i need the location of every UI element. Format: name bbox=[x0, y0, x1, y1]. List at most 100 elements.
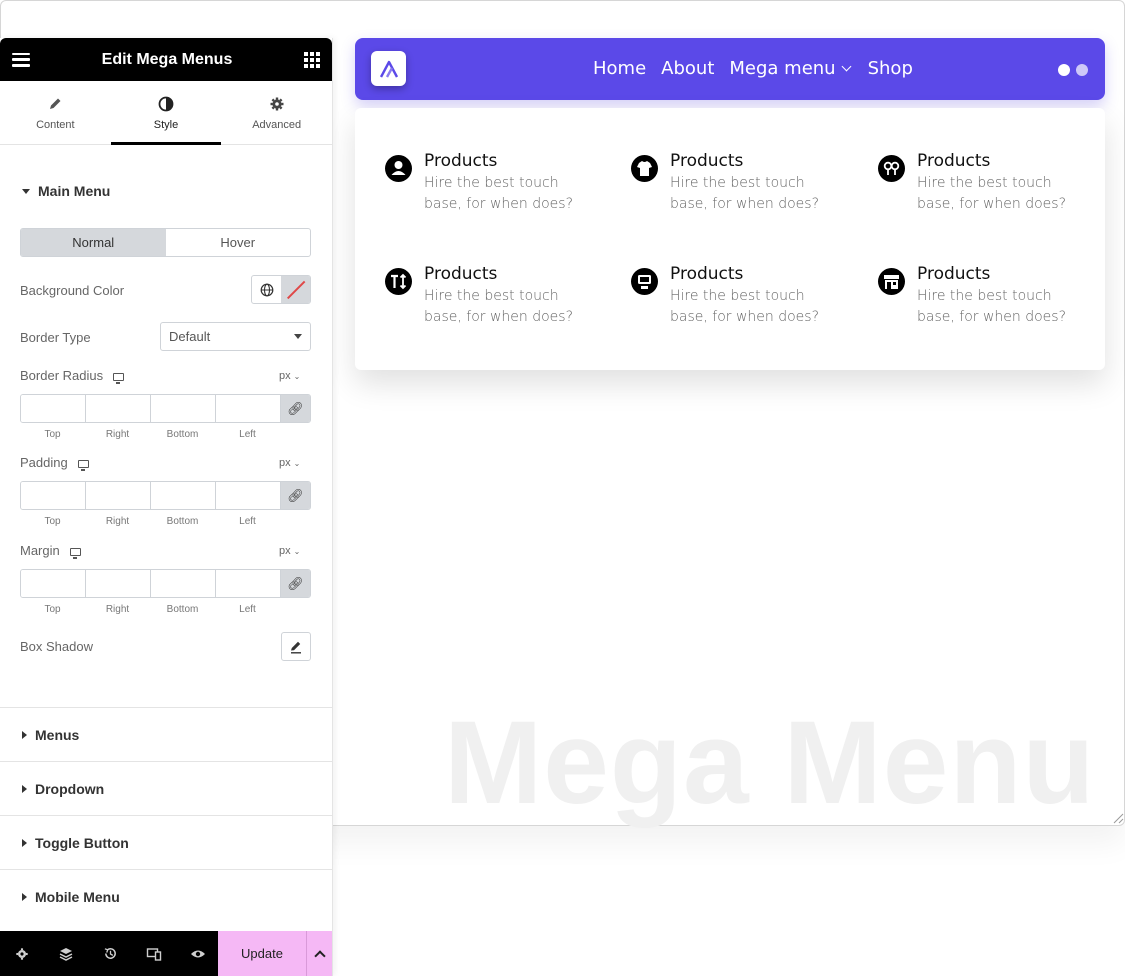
text-height-icon bbox=[385, 268, 412, 295]
desktop-icon[interactable] bbox=[69, 547, 81, 559]
dim-input-bottom[interactable] bbox=[151, 570, 216, 597]
border-radius-label: Border Radius bbox=[20, 368, 104, 383]
responsive-icon[interactable] bbox=[132, 946, 176, 962]
tab-advanced-label: Advanced bbox=[252, 118, 302, 131]
link-icon[interactable]: 🔗︎ bbox=[281, 570, 310, 597]
mega-item-title: Products bbox=[670, 264, 744, 284]
link-icon[interactable]: 🔗︎ bbox=[281, 482, 310, 509]
margin-label: Margin bbox=[20, 543, 60, 558]
dim-input-right[interactable] bbox=[86, 395, 151, 422]
margin-inputs: 🔗︎ bbox=[20, 569, 311, 598]
dim-input-top[interactable] bbox=[21, 395, 86, 422]
section-main-menu-toggle[interactable]: Main Menu bbox=[22, 183, 110, 199]
layers-icon[interactable] bbox=[44, 946, 88, 962]
dim-input-top[interactable] bbox=[21, 570, 86, 597]
accordion-label: Toggle Button bbox=[35, 834, 129, 851]
accordion-menus[interactable]: Menus bbox=[0, 707, 332, 761]
dim-label-left: Left bbox=[239, 429, 256, 440]
mega-menu-item[interactable]: Products Hire the best touch base, for w… bbox=[631, 264, 820, 328]
padding-inputs: 🔗︎ bbox=[20, 481, 311, 510]
dim-input-right[interactable] bbox=[86, 570, 151, 597]
mega-menu-item[interactable]: Products Hire the best touch base, for w… bbox=[631, 151, 820, 215]
update-options-button[interactable] bbox=[306, 931, 332, 976]
mega-item-desc: Hire the best touch base, for when does? bbox=[917, 288, 1067, 325]
unit-selector[interactable]: px ⌄ bbox=[279, 457, 300, 469]
gear-icon bbox=[270, 97, 284, 110]
section-main-menu-label: Main Menu bbox=[38, 183, 111, 199]
hamburger-menu-icon[interactable] bbox=[12, 52, 30, 67]
tshirt-icon bbox=[631, 155, 658, 182]
dim-input-right[interactable] bbox=[86, 482, 151, 509]
contrast-icon bbox=[158, 96, 174, 111]
state-tab-hover[interactable]: Hover bbox=[166, 229, 311, 256]
history-icon[interactable] bbox=[88, 946, 132, 961]
apps-grid-icon[interactable] bbox=[304, 51, 320, 68]
dim-input-bottom[interactable] bbox=[151, 482, 216, 509]
mega-item-title: Products bbox=[424, 151, 498, 171]
accordion-dropdown[interactable]: Dropdown bbox=[0, 761, 332, 815]
nav-link-about[interactable]: About bbox=[661, 58, 714, 79]
state-tab-normal[interactable]: Normal bbox=[21, 229, 166, 256]
border-type-label: Border Type bbox=[20, 330, 91, 345]
mega-item-title: Products bbox=[917, 264, 991, 284]
dim-input-left[interactable] bbox=[216, 570, 281, 597]
nav-link-mega-menu-label: Mega menu bbox=[729, 58, 836, 79]
dim-input-top[interactable] bbox=[21, 482, 86, 509]
nav-link-home[interactable]: Home bbox=[593, 58, 646, 79]
editor-footer: Update bbox=[0, 931, 332, 976]
caret-right-icon bbox=[22, 838, 27, 847]
chevron-down-icon bbox=[841, 61, 852, 72]
dim-input-bottom[interactable] bbox=[151, 395, 216, 422]
store-icon bbox=[878, 268, 905, 295]
dim-label-top: Top bbox=[44, 604, 61, 615]
site-logo[interactable] bbox=[371, 51, 406, 86]
mega-menu-dropdown: Products Hire the best touch base, for w… bbox=[355, 108, 1105, 370]
mega-menu-item[interactable]: Products Hire the best touch base, for w… bbox=[385, 151, 574, 215]
mega-menu-item[interactable]: Products Hire the best touch base, for w… bbox=[878, 264, 1067, 328]
gender-icon bbox=[878, 155, 905, 182]
chevron-down-icon: ⌄ bbox=[293, 547, 301, 556]
link-icon[interactable]: 🔗︎ bbox=[281, 395, 310, 422]
dim-labels: Top Right Bottom Left bbox=[20, 429, 280, 440]
dim-label-top: Top bbox=[44, 516, 61, 527]
caret-down-icon bbox=[22, 188, 30, 194]
pencil-icon bbox=[50, 98, 61, 109]
dim-labels: Top Right Bottom Left bbox=[20, 516, 280, 527]
nav-link-shop[interactable]: Shop bbox=[868, 58, 913, 79]
normal-hover-toggle: Normal Hover bbox=[20, 228, 311, 257]
preview-eye-icon[interactable] bbox=[176, 946, 220, 962]
settings-icon[interactable] bbox=[0, 947, 44, 961]
dim-input-left[interactable] bbox=[216, 482, 281, 509]
unit-label: px bbox=[279, 457, 291, 469]
mega-menu-item[interactable]: Products Hire the best touch base, for w… bbox=[385, 264, 574, 328]
padding-row: Padding bbox=[20, 455, 89, 471]
resize-handle-icon[interactable] bbox=[1112, 812, 1124, 824]
update-button[interactable]: Update bbox=[218, 931, 306, 976]
mega-menu-item[interactable]: Products Hire the best touch base, for w… bbox=[878, 151, 1067, 215]
nav-toggle-dots[interactable] bbox=[1058, 64, 1088, 76]
tab-style[interactable]: Style bbox=[110, 81, 222, 145]
accordion-toggle-button[interactable]: Toggle Button bbox=[0, 815, 332, 869]
caret-right-icon bbox=[22, 892, 27, 901]
tab-advanced[interactable]: Advanced bbox=[221, 81, 332, 144]
border-type-select[interactable]: Default bbox=[160, 322, 311, 351]
tab-content[interactable]: Content bbox=[0, 81, 111, 144]
editor-title: Edit Mega Menus bbox=[101, 50, 233, 68]
dim-label-right: Right bbox=[105, 604, 130, 615]
dim-label-top: Top bbox=[44, 429, 61, 440]
mega-item-title: Products bbox=[424, 264, 498, 284]
desktop-icon[interactable] bbox=[113, 372, 125, 384]
accordion-mobile-menu[interactable]: Mobile Menu bbox=[0, 869, 332, 923]
unit-selector[interactable]: px ⌄ bbox=[279, 370, 300, 382]
caret-right-icon bbox=[22, 784, 27, 793]
box-shadow-edit-button[interactable] bbox=[281, 632, 311, 661]
editor-tabs: Content Style Advanced bbox=[0, 81, 332, 145]
nav-link-mega-menu[interactable]: Mega menu bbox=[729, 58, 852, 79]
unit-selector[interactable]: px ⌄ bbox=[279, 545, 300, 557]
dim-input-left[interactable] bbox=[216, 395, 281, 422]
color-swatch[interactable] bbox=[281, 276, 310, 303]
pencil-icon bbox=[291, 641, 301, 654]
desktop-icon[interactable] bbox=[77, 459, 89, 471]
globe-icon[interactable] bbox=[252, 276, 281, 303]
tab-content-label: Content bbox=[36, 118, 75, 131]
